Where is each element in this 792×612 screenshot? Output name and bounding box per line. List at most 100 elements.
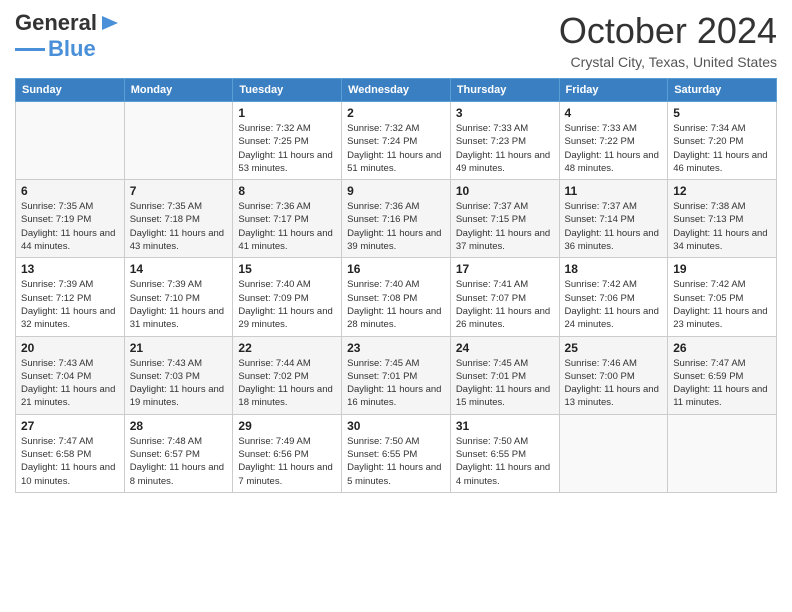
- day-info: Sunrise: 7:44 AMSunset: 7:02 PMDaylight:…: [238, 357, 336, 410]
- calendar-cell: 22 Sunrise: 7:44 AMSunset: 7:02 PMDayligh…: [233, 336, 342, 414]
- calendar-cell: 13 Sunrise: 7:39 AMSunset: 7:12 PMDayligh…: [16, 258, 125, 336]
- day-number: 26: [673, 341, 771, 355]
- day-number: 21: [130, 341, 228, 355]
- day-number: 29: [238, 419, 336, 433]
- calendar-cell: 24 Sunrise: 7:45 AMSunset: 7:01 PMDayligh…: [450, 336, 559, 414]
- day-number: 3: [456, 106, 554, 120]
- calendar-week-row: 13 Sunrise: 7:39 AMSunset: 7:12 PMDayligh…: [16, 258, 777, 336]
- calendar-cell: 27Sunrise: 7:47 AMSunset: 6:58 PMDayligh…: [16, 414, 125, 492]
- day-number: 6: [21, 184, 119, 198]
- calendar-cell: 3 Sunrise: 7:33 AMSunset: 7:23 PMDaylight…: [450, 102, 559, 180]
- calendar-week-row: 1Sunrise: 7:32 AMSunset: 7:25 PMDaylight…: [16, 102, 777, 180]
- calendar-header-row: SundayMondayTuesdayWednesdayThursdayFrid…: [16, 79, 777, 102]
- calendar-day-header: Monday: [124, 79, 233, 102]
- logo-general-text: General: [15, 10, 97, 36]
- calendar-day-header: Friday: [559, 79, 668, 102]
- calendar-day-header: Thursday: [450, 79, 559, 102]
- day-number: 1: [238, 106, 336, 120]
- title-block: October 2024 Crystal City, Texas, United…: [559, 10, 777, 70]
- day-number: 13: [21, 262, 119, 276]
- calendar-body: 1Sunrise: 7:32 AMSunset: 7:25 PMDaylight…: [16, 102, 777, 493]
- calendar-week-row: 27Sunrise: 7:47 AMSunset: 6:58 PMDayligh…: [16, 414, 777, 492]
- calendar-cell: 9 Sunrise: 7:36 AMSunset: 7:16 PMDaylight…: [342, 180, 451, 258]
- day-info: Sunrise: 7:33 AMSunset: 7:22 PMDaylight:…: [565, 122, 663, 175]
- calendar-cell: 18 Sunrise: 7:42 AMSunset: 7:06 PMDayligh…: [559, 258, 668, 336]
- day-info: Sunrise: 7:45 AMSunset: 7:01 PMDaylight:…: [456, 357, 554, 410]
- day-info: Sunrise: 7:42 AMSunset: 7:05 PMDaylight:…: [673, 278, 771, 331]
- day-number: 22: [238, 341, 336, 355]
- day-info: Sunrise: 7:32 AMSunset: 7:24 PMDaylight:…: [347, 122, 445, 175]
- day-info: Sunrise: 7:37 AMSunset: 7:15 PMDaylight:…: [456, 200, 554, 253]
- calendar-week-row: 6 Sunrise: 7:35 AMSunset: 7:19 PMDaylight…: [16, 180, 777, 258]
- calendar-cell: [668, 414, 777, 492]
- day-info: Sunrise: 7:34 AMSunset: 7:20 PMDaylight:…: [673, 122, 771, 175]
- day-number: 23: [347, 341, 445, 355]
- day-info: Sunrise: 7:41 AMSunset: 7:07 PMDaylight:…: [456, 278, 554, 331]
- calendar-cell: 12 Sunrise: 7:38 AMSunset: 7:13 PMDayligh…: [668, 180, 777, 258]
- logo-arrow-icon: [102, 16, 118, 30]
- day-info: Sunrise: 7:37 AMSunset: 7:14 PMDaylight:…: [565, 200, 663, 253]
- calendar-cell: 14 Sunrise: 7:39 AMSunset: 7:10 PMDayligh…: [124, 258, 233, 336]
- day-info: Sunrise: 7:39 AMSunset: 7:12 PMDaylight:…: [21, 278, 119, 331]
- calendar-cell: 11Sunrise: 7:37 AMSunset: 7:14 PMDayligh…: [559, 180, 668, 258]
- day-info: Sunrise: 7:35 AMSunset: 7:19 PMDaylight:…: [21, 200, 119, 253]
- calendar-cell: 5 Sunrise: 7:34 AMSunset: 7:20 PMDaylight…: [668, 102, 777, 180]
- logo-blue-text: Blue: [48, 36, 96, 62]
- day-number: 2: [347, 106, 445, 120]
- day-info: Sunrise: 7:50 AMSunset: 6:55 PMDaylight:…: [456, 435, 554, 488]
- day-info: Sunrise: 7:42 AMSunset: 7:06 PMDaylight:…: [565, 278, 663, 331]
- day-number: 24: [456, 341, 554, 355]
- calendar-cell: 29Sunrise: 7:49 AMSunset: 6:56 PMDayligh…: [233, 414, 342, 492]
- day-info: Sunrise: 7:36 AMSunset: 7:17 PMDaylight:…: [238, 200, 336, 253]
- day-info: Sunrise: 7:50 AMSunset: 6:55 PMDaylight:…: [347, 435, 445, 488]
- day-number: 16: [347, 262, 445, 276]
- day-number: 4: [565, 106, 663, 120]
- day-number: 8: [238, 184, 336, 198]
- day-number: 12: [673, 184, 771, 198]
- day-info: Sunrise: 7:46 AMSunset: 7:00 PMDaylight:…: [565, 357, 663, 410]
- day-number: 14: [130, 262, 228, 276]
- calendar-cell: 21 Sunrise: 7:43 AMSunset: 7:03 PMDayligh…: [124, 336, 233, 414]
- day-number: 5: [673, 106, 771, 120]
- calendar-cell: [124, 102, 233, 180]
- calendar-cell: 31 Sunrise: 7:50 AMSunset: 6:55 PMDayligh…: [450, 414, 559, 492]
- day-info: Sunrise: 7:43 AMSunset: 7:04 PMDaylight:…: [21, 357, 119, 410]
- day-info: Sunrise: 7:39 AMSunset: 7:10 PMDaylight:…: [130, 278, 228, 331]
- day-number: 9: [347, 184, 445, 198]
- day-number: 20: [21, 341, 119, 355]
- calendar-day-header: Saturday: [668, 79, 777, 102]
- day-number: 27: [21, 419, 119, 433]
- day-number: 7: [130, 184, 228, 198]
- day-info: Sunrise: 7:36 AMSunset: 7:16 PMDaylight:…: [347, 200, 445, 253]
- day-info: Sunrise: 7:33 AMSunset: 7:23 PMDaylight:…: [456, 122, 554, 175]
- day-info: Sunrise: 7:35 AMSunset: 7:18 PMDaylight:…: [130, 200, 228, 253]
- calendar-cell: 25 Sunrise: 7:46 AMSunset: 7:00 PMDayligh…: [559, 336, 668, 414]
- calendar-week-row: 20 Sunrise: 7:43 AMSunset: 7:04 PMDayligh…: [16, 336, 777, 414]
- calendar-cell: 19Sunrise: 7:42 AMSunset: 7:05 PMDayligh…: [668, 258, 777, 336]
- calendar-cell: 17Sunrise: 7:41 AMSunset: 7:07 PMDayligh…: [450, 258, 559, 336]
- calendar-cell: 28 Sunrise: 7:48 AMSunset: 6:57 PMDayligh…: [124, 414, 233, 492]
- day-info: Sunrise: 7:43 AMSunset: 7:03 PMDaylight:…: [130, 357, 228, 410]
- day-info: Sunrise: 7:48 AMSunset: 6:57 PMDaylight:…: [130, 435, 228, 488]
- calendar-cell: 7 Sunrise: 7:35 AMSunset: 7:18 PMDaylight…: [124, 180, 233, 258]
- calendar-cell: [559, 414, 668, 492]
- calendar-cell: 4 Sunrise: 7:33 AMSunset: 7:22 PMDaylight…: [559, 102, 668, 180]
- day-number: 31: [456, 419, 554, 433]
- logo: General Blue: [15, 10, 118, 62]
- month-title: October 2024: [559, 10, 777, 52]
- day-number: 25: [565, 341, 663, 355]
- day-info: Sunrise: 7:45 AMSunset: 7:01 PMDaylight:…: [347, 357, 445, 410]
- calendar-day-header: Tuesday: [233, 79, 342, 102]
- calendar-day-header: Wednesday: [342, 79, 451, 102]
- page-header: General Blue October 2024 Crystal City, …: [15, 10, 777, 70]
- day-number: 28: [130, 419, 228, 433]
- day-number: 10: [456, 184, 554, 198]
- calendar-cell: 26Sunrise: 7:47 AMSunset: 6:59 PMDayligh…: [668, 336, 777, 414]
- day-number: 15: [238, 262, 336, 276]
- calendar-cell: 2 Sunrise: 7:32 AMSunset: 7:24 PMDaylight…: [342, 102, 451, 180]
- calendar-cell: 16Sunrise: 7:40 AMSunset: 7:08 PMDayligh…: [342, 258, 451, 336]
- day-number: 18: [565, 262, 663, 276]
- calendar-cell: 23 Sunrise: 7:45 AMSunset: 7:01 PMDayligh…: [342, 336, 451, 414]
- day-info: Sunrise: 7:38 AMSunset: 7:13 PMDaylight:…: [673, 200, 771, 253]
- calendar-cell: 15Sunrise: 7:40 AMSunset: 7:09 PMDayligh…: [233, 258, 342, 336]
